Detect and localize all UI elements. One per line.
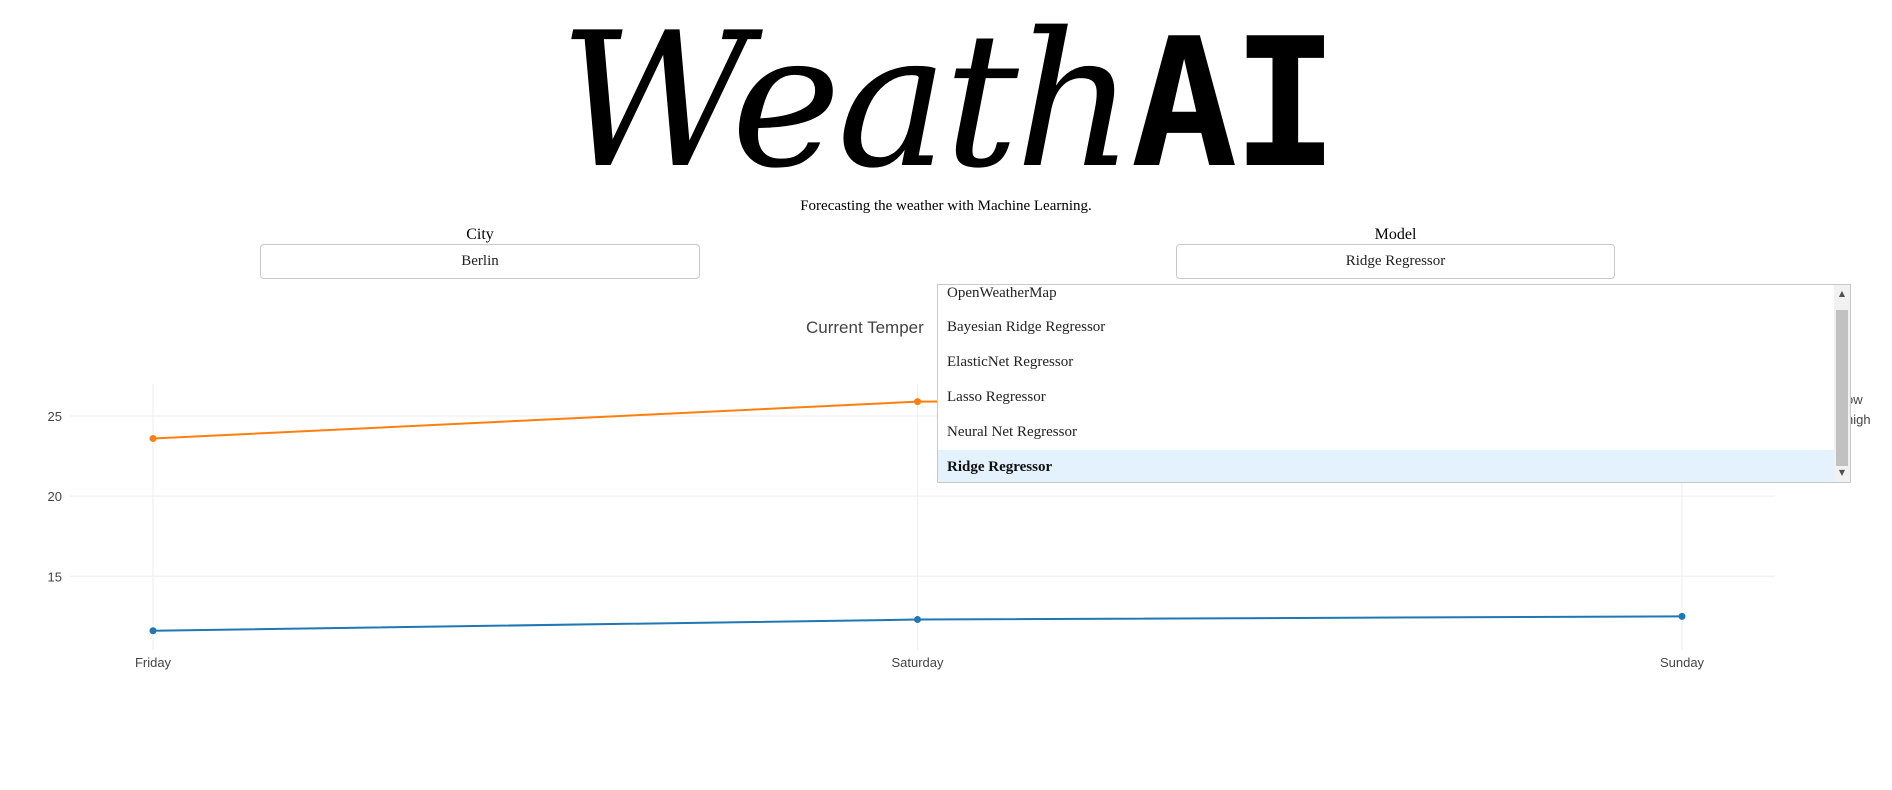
dropdown-scrollbar[interactable]: ▲ ▼ [1834, 285, 1850, 482]
x-tick-label: Friday [135, 655, 172, 670]
dropdown-option[interactable]: OpenWeatherMap [938, 285, 1835, 310]
data-point-high [914, 398, 921, 406]
arrow-up-icon[interactable]: ▲ [1834, 287, 1850, 301]
dropdown-option[interactable]: Neural Net Regressor [938, 415, 1835, 449]
dropdown-option[interactable]: Bayesian Ridge Regressor [938, 310, 1835, 344]
data-point-low [149, 627, 157, 635]
dropdown-option[interactable]: Lasso Regressor [938, 380, 1835, 414]
data-point-low [1678, 612, 1686, 620]
x-tick-label: Saturday [891, 655, 944, 670]
y-tick-label: 15 [48, 569, 62, 584]
dropdown-option-selected[interactable]: Ridge Regressor [938, 450, 1835, 482]
arrow-down-icon[interactable]: ▼ [1834, 466, 1850, 480]
dropdown-option[interactable]: ElasticNet Regressor [938, 345, 1835, 379]
x-tick-label: Sunday [1660, 655, 1705, 670]
model-dropdown-menu[interactable]: OpenWeatherMap Bayesian Ridge Regressor … [937, 284, 1851, 483]
data-point-high [149, 434, 157, 442]
data-point-low [914, 616, 921, 624]
y-tick-label: 25 [48, 409, 62, 424]
scroll-thumb[interactable] [1836, 310, 1848, 466]
y-tick-label: 20 [48, 489, 62, 504]
